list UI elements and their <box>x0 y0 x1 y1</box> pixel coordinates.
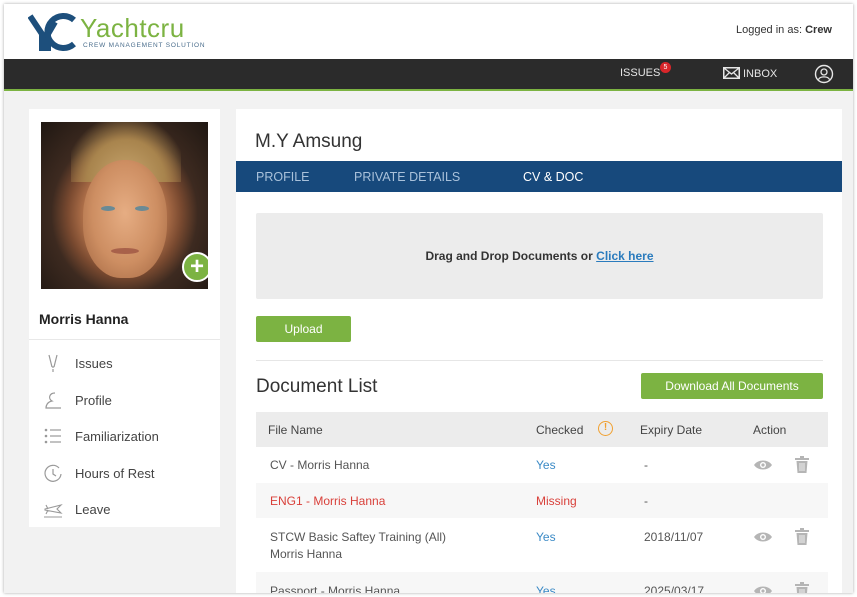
document-list-title: Document List <box>256 376 378 397</box>
checked-status: Yes <box>536 458 556 472</box>
sidebar-item-label: Issues <box>75 356 113 371</box>
avatar-face <box>83 160 167 278</box>
tab-private-details[interactable]: PRIVATE DETAILS <box>354 170 460 184</box>
logged-in-status: Logged in as: Crew <box>736 24 832 36</box>
profile-icon <box>45 391 61 409</box>
avatar-eye-left <box>101 206 115 211</box>
app-window: Yachtcru CREW MANAGEMENT SOLUTION Logged… <box>4 4 853 593</box>
sidebar-item-label: Hours of Rest <box>75 465 155 481</box>
tab-bar: PROFILE PRIVATE DETAILS CV & DOC <box>236 161 842 192</box>
sidebar-item-familiarization[interactable]: Familiarization <box>29 418 220 455</box>
avatar: + <box>41 122 208 289</box>
col-checked: Checked <box>536 423 584 437</box>
eye-icon[interactable] <box>753 585 773 593</box>
expiry-date: 2018/11/07 <box>644 530 704 544</box>
section-divider <box>256 360 823 361</box>
dropzone-text: Drag and Drop Documents or <box>425 249 593 263</box>
file-name[interactable]: Passport - Morris Hanna <box>270 584 400 593</box>
clock-icon <box>44 464 62 482</box>
expiry-date: - <box>644 458 648 472</box>
user-circle-icon[interactable] <box>814 64 834 84</box>
issues-count-badge: 5 <box>660 62 671 73</box>
brand-name: Yachtcru <box>80 13 185 43</box>
sidebar-divider <box>29 339 220 340</box>
tab-cv-doc[interactable]: CV & DOC <box>523 170 583 184</box>
yachtcru-logo-icon <box>28 13 76 51</box>
eye-icon[interactable] <box>753 531 773 543</box>
avatar-mouth <box>111 248 139 254</box>
table-header: File Name Checked ! Expiry Date Action <box>256 412 828 447</box>
plus-icon[interactable]: + <box>182 252 208 282</box>
document-dropzone[interactable]: Drag and Drop Documents or Click here <box>256 213 823 299</box>
checked-status: Missing <box>536 494 577 508</box>
exclamation-icon[interactable]: ! <box>598 421 613 436</box>
col-file-name: File Name <box>268 423 323 437</box>
sidebar-item-label: Familiarization <box>75 429 159 444</box>
sidebar-card: + Morris Hanna Issues Profile Familiariz… <box>29 109 220 527</box>
nav-issues-link[interactable]: ISSUES <box>620 67 660 79</box>
col-expiry-date: Expiry Date <box>640 423 703 437</box>
brand-tagline: CREW MANAGEMENT SOLUTION <box>83 42 206 49</box>
logged-in-user: Crew <box>805 24 832 36</box>
eye-icon[interactable] <box>753 459 773 471</box>
sidebar-item-hours-of-rest[interactable]: Hours of Rest <box>29 455 220 492</box>
table-row: Passport - Morris Hanna Yes 2025/03/17 <box>256 572 828 593</box>
trash-icon[interactable] <box>795 456 809 473</box>
file-name[interactable]: CV - Morris Hanna <box>270 458 369 472</box>
document-table: File Name Checked ! Expiry Date Action C… <box>256 412 828 593</box>
trash-icon[interactable] <box>795 528 809 545</box>
download-all-button[interactable]: Download All Documents <box>641 373 823 399</box>
table-row: STCW Basic Saftey Training (All) Morris … <box>256 518 828 572</box>
plane-icon <box>44 503 63 518</box>
table-row: ENG1 - Morris Hanna Missing - <box>256 483 828 518</box>
avatar-eye-right <box>135 206 149 211</box>
sidebar-item-issues[interactable]: Issues <box>29 345 220 382</box>
header: Yachtcru CREW MANAGEMENT SOLUTION Logged… <box>4 4 853 59</box>
upload-button[interactable]: Upload <box>256 316 351 342</box>
checked-status: Yes <box>536 584 556 593</box>
logo[interactable]: Yachtcru CREW MANAGEMENT SOLUTION <box>28 12 228 52</box>
crew-name: Morris Hanna <box>39 311 129 327</box>
nav-inbox-label: INBOX <box>743 68 778 80</box>
checked-status: Yes <box>536 530 556 544</box>
top-nav: ISSUES 5 INBOX <box>4 59 853 91</box>
sidebar-item-leave[interactable]: Leave <box>29 491 220 528</box>
page-title: M.Y Amsung <box>255 131 363 152</box>
file-name[interactable]: STCW Basic Saftey Training (All) <box>270 530 446 544</box>
sidebar-item-label: Leave <box>75 502 111 517</box>
issues-icon <box>48 354 58 372</box>
logged-in-prefix: Logged in as: <box>735 24 803 36</box>
file-name[interactable]: ENG1 - Morris Hanna <box>270 494 385 508</box>
envelope-icon <box>723 67 740 79</box>
trash-icon[interactable] <box>795 582 809 593</box>
sidebar-menu: Issues Profile Familiarization Hours of … <box>29 345 220 528</box>
list-icon <box>44 428 61 444</box>
tab-profile[interactable]: PROFILE <box>256 170 310 184</box>
click-here-link[interactable]: Click here <box>596 249 653 263</box>
expiry-date: 2025/03/17 <box>644 584 705 593</box>
main-card: M.Y Amsung PROFILE PRIVATE DETAILS CV & … <box>236 109 842 593</box>
col-action: Action <box>753 423 787 437</box>
table-row: CV - Morris Hanna Yes - <box>256 447 828 483</box>
sidebar-item-profile[interactable]: Profile <box>29 382 220 419</box>
nav-inbox-link[interactable]: INBOX <box>723 67 777 80</box>
expiry-date: - <box>644 494 648 508</box>
file-name-line2[interactable]: Morris Hanna <box>270 547 342 561</box>
sidebar-item-label: Profile <box>75 392 112 408</box>
